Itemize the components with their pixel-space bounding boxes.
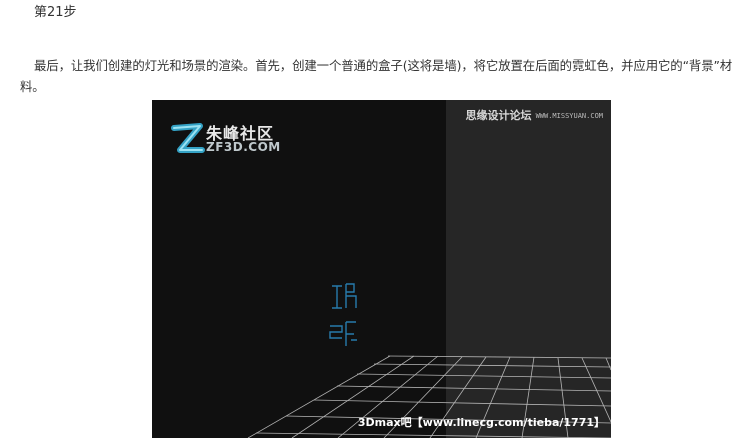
neon-glyphs [329, 283, 357, 346]
logo-z-mark [171, 123, 205, 153]
watermark-top-url: WWW.MISSYUAN.COM [535, 112, 603, 120]
watermark-top: 思缘设计论坛 WWW.MISSYUAN.COM [466, 107, 603, 123]
logo: 朱峰社区 ZF3D.COM [170, 120, 320, 160]
step-title: 第21步 [34, 5, 77, 20]
step-description: 最后，让我们创建的灯光和场景的渲染。首先，创建一个普通的盒子(这将是墙)，将它放… [20, 58, 733, 95]
logo-english-text: ZF3D.COM [206, 140, 281, 154]
watermark-bottom: 3Dmax吧【www.linecg.com/tieba/1771】 [357, 416, 605, 429]
background-wall [446, 100, 611, 438]
render-image: 朱峰社区 ZF3D.COM 思缘设计论坛 WWW.MISSYUAN.COM 3Dm… [152, 100, 611, 438]
watermark-top-cn: 思缘设计论坛 [465, 109, 532, 122]
